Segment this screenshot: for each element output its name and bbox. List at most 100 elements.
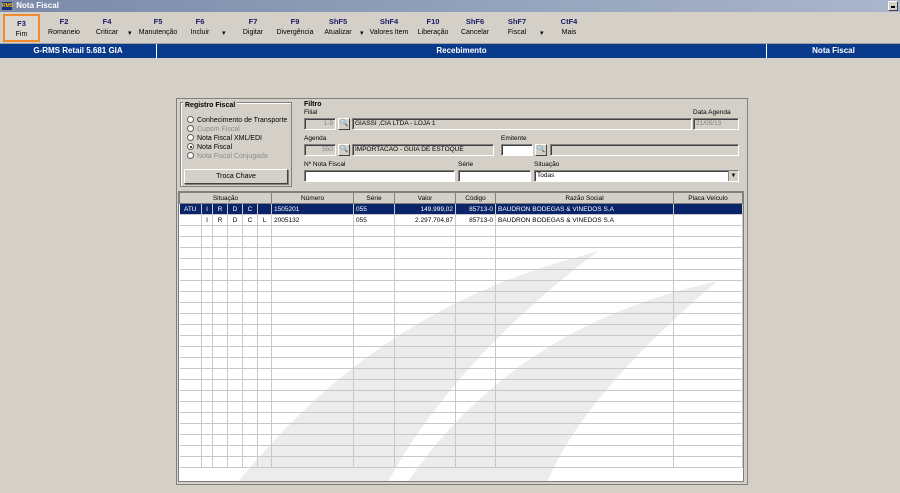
empty-table-cell — [257, 368, 272, 380]
empty-table-row[interactable] — [179, 357, 743, 369]
toolbar-button-romaneio[interactable]: F2 Romaneio — [47, 14, 81, 42]
toolbar-button-manutencao[interactable]: F5 Manutenção — [136, 14, 180, 42]
empty-table-row[interactable] — [179, 313, 743, 325]
empty-table-cell — [242, 445, 258, 457]
situacao-select[interactable]: Todas ▼ — [534, 170, 739, 182]
dropdown-arrow-icon[interactable]: ▾ — [222, 29, 226, 37]
empty-table-cell — [227, 412, 243, 424]
toolbar-label: Fim — [15, 31, 28, 38]
agenda-code-field[interactable]: 550 — [304, 144, 336, 156]
empty-table-row[interactable] — [179, 335, 743, 347]
empty-table-row[interactable] — [179, 390, 743, 402]
radio-conhecimento-transporte[interactable]: Conhecimento de Transporte — [187, 116, 287, 124]
empty-table-row[interactable] — [179, 291, 743, 303]
emitente-code-field[interactable] — [501, 144, 533, 156]
empty-table-cell — [179, 291, 202, 303]
empty-table-cell — [212, 258, 228, 270]
empty-table-cell — [201, 368, 213, 380]
empty-table-cell — [394, 258, 456, 270]
empty-table-row[interactable] — [179, 324, 743, 336]
empty-table-cell — [201, 291, 213, 303]
nota-fiscal-number-label: Nº Nota Fiscal — [304, 161, 346, 168]
empty-table-row[interactable] — [179, 401, 743, 413]
empty-table-cell — [212, 368, 228, 380]
empty-table-row[interactable] — [179, 456, 743, 468]
empty-table-cell — [179, 412, 202, 424]
notas-grid[interactable]: Situação Número Série Valor Código Razão… — [178, 191, 744, 482]
header-razao-social[interactable]: Razão Social — [495, 192, 674, 204]
toolbar-button-liberacao[interactable]: F10 Liberação — [415, 14, 451, 42]
dropdown-arrow-icon[interactable]: ▾ — [360, 29, 364, 37]
header-placa-veiculo[interactable]: Placa Veículo — [673, 192, 743, 204]
empty-table-row[interactable] — [179, 434, 743, 446]
empty-table-row[interactable] — [179, 412, 743, 424]
empty-table-row[interactable] — [179, 269, 743, 281]
toolbar-label: Digitar — [242, 29, 264, 36]
empty-table-cell — [673, 456, 743, 468]
toolbar-button-valores-item[interactable]: ShF4 Valores Item — [367, 14, 411, 42]
toolbar-button-digitar[interactable]: F7 Digitar — [238, 14, 268, 42]
empty-table-cell — [394, 335, 456, 347]
empty-table-row[interactable] — [179, 236, 743, 248]
table-cell-s4: D — [227, 214, 243, 226]
table-row[interactable]: I R D C L 2005132 055 2.297.704,87 85713-0 BAUDRO… — [179, 214, 743, 226]
empty-table-cell — [257, 291, 272, 303]
empty-table-cell — [495, 247, 674, 259]
header-valor[interactable]: Valor — [394, 192, 456, 204]
header-serie[interactable]: Série — [353, 192, 395, 204]
empty-table-cell — [179, 324, 202, 336]
header-codigo[interactable]: Código — [455, 192, 496, 204]
minimize-button[interactable] — [888, 1, 898, 11]
toolbar-button-atualizar[interactable]: ShF5 Atualizar — [321, 14, 355, 42]
header-situacao[interactable]: Situação — [179, 192, 272, 204]
toolbar-button-fim[interactable]: F3 Fim — [3, 14, 40, 42]
agenda-search-binoculars-icon[interactable]: 🔍 — [338, 144, 350, 156]
empty-table-cell — [212, 280, 228, 292]
empty-table-row[interactable] — [179, 379, 743, 391]
empty-table-row[interactable] — [179, 225, 743, 237]
empty-table-cell — [212, 434, 228, 446]
empty-table-row[interactable] — [179, 247, 743, 259]
dropdown-arrow-icon[interactable]: ▾ — [540, 29, 544, 37]
toolbar-button-mais[interactable]: CtF4 Mais — [554, 14, 584, 42]
empty-table-row[interactable] — [179, 368, 743, 380]
empty-table-cell — [212, 412, 228, 424]
empty-table-cell — [455, 291, 496, 303]
serie-input[interactable] — [458, 170, 531, 182]
empty-table-cell — [673, 357, 743, 369]
toolbar-button-cancelar[interactable]: ShF6 Cancelar — [458, 14, 492, 42]
empty-table-row[interactable] — [179, 423, 743, 435]
emitente-search-binoculars-icon[interactable]: 🔍 — [535, 144, 547, 156]
toolbar-key: F3 — [17, 19, 26, 28]
empty-table-cell — [271, 302, 354, 314]
filial-search-binoculars-icon[interactable]: 🔍 — [338, 118, 350, 130]
empty-table-cell — [201, 313, 213, 325]
empty-table-cell — [394, 401, 456, 413]
toolbar-button-divergencia[interactable]: F9 Divergência — [273, 14, 317, 42]
empty-table-row[interactable] — [179, 302, 743, 314]
empty-table-row[interactable] — [179, 445, 743, 457]
troca-chave-button[interactable]: Troca Chave — [184, 169, 288, 184]
empty-table-cell — [495, 225, 674, 237]
data-agenda-field[interactable]: 21/05/13 — [693, 118, 739, 130]
empty-table-cell — [179, 379, 202, 391]
empty-table-row[interactable] — [179, 258, 743, 270]
nota-fiscal-number-input[interactable] — [304, 170, 455, 182]
empty-table-cell — [257, 445, 272, 457]
table-row[interactable]: ATU I R D C 1505201 055 149.999,02 85713-0 BAUDRO… — [179, 203, 743, 215]
empty-table-row[interactable] — [179, 346, 743, 358]
empty-table-row[interactable] — [179, 280, 743, 292]
screen-title: Nota Fiscal — [766, 44, 900, 58]
empty-table-cell — [242, 379, 258, 391]
table-cell-codigo: 85713-0 — [455, 214, 496, 226]
toolbar-button-criticar[interactable]: F4 Criticar — [92, 14, 122, 42]
toolbar-button-fiscal[interactable]: ShF7 Fiscal — [502, 14, 532, 42]
empty-table-cell — [242, 313, 258, 325]
dropdown-arrow-icon[interactable]: ▾ — [128, 29, 132, 37]
filial-code-field[interactable]: 1-9 — [304, 118, 336, 130]
toolbar-button-incluir[interactable]: F6 Incluir — [186, 14, 214, 42]
dropdown-arrow-icon[interactable]: ▼ — [728, 171, 738, 181]
radio-nota-fiscal[interactable]: Nota Fiscal — [187, 143, 232, 151]
header-numero[interactable]: Número — [271, 192, 354, 204]
radio-nota-fiscal-xml[interactable]: Nota Fiscal XML/EDI — [187, 134, 262, 142]
